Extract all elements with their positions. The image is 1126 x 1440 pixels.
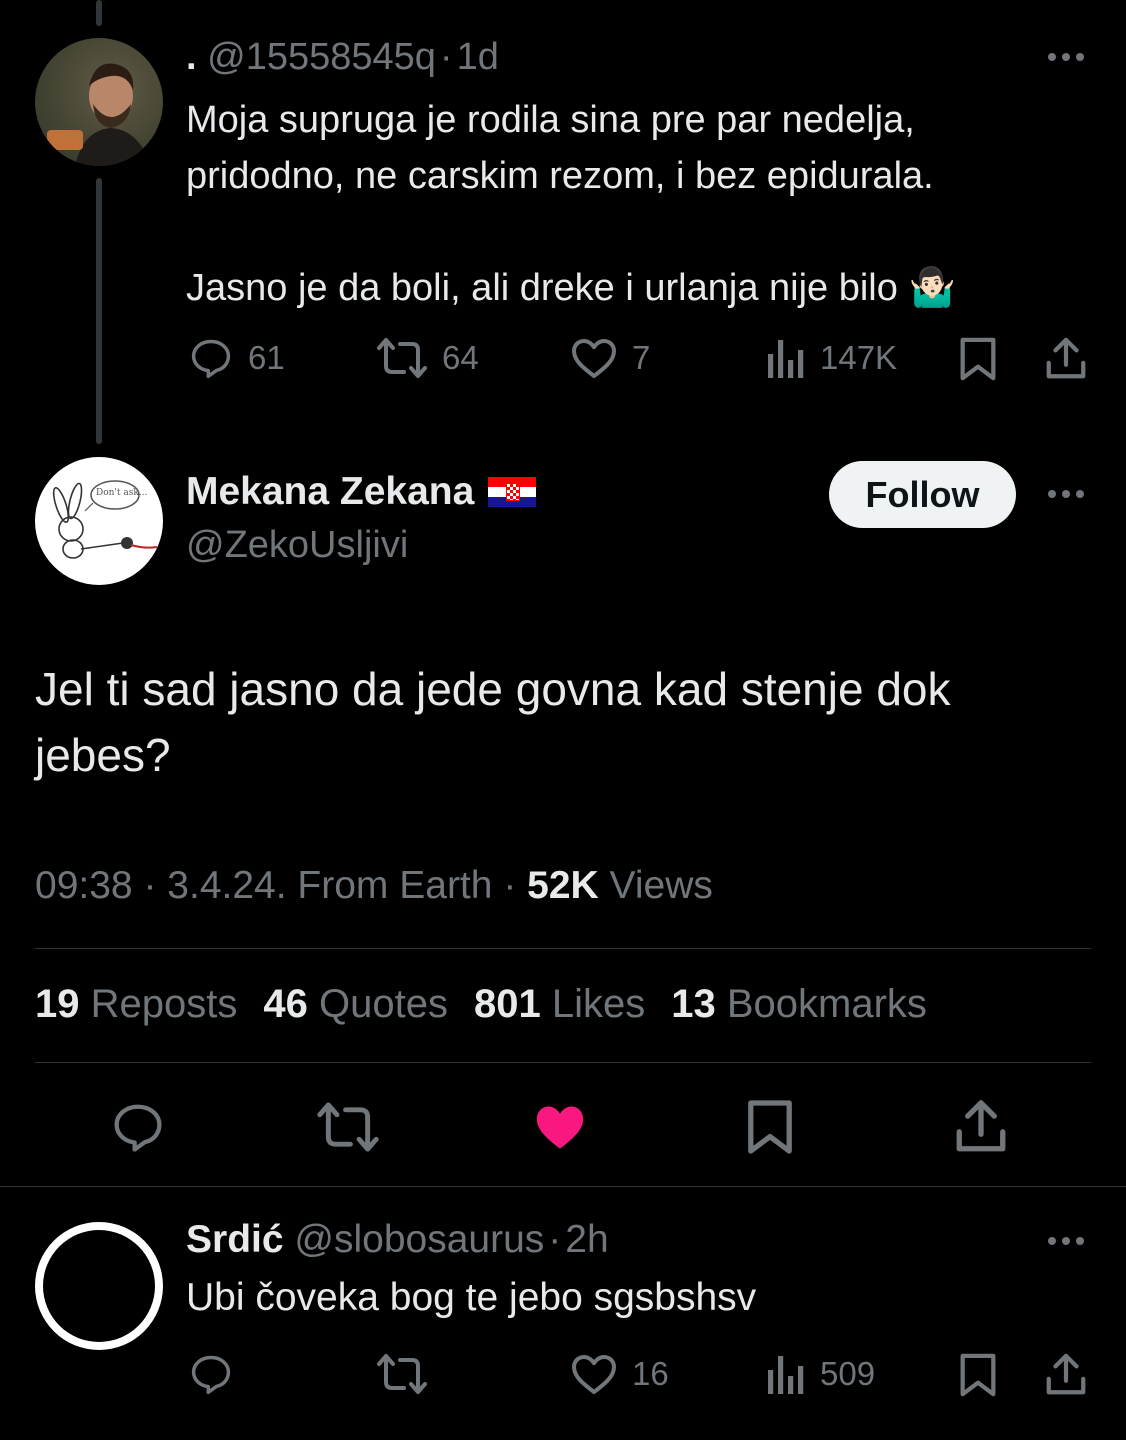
main-date[interactable]: 3.4.24. [167,864,286,907]
parent-like-count: 7 [632,339,651,376]
parent-view-count: 147K [820,339,898,376]
croatia-flag-icon [488,477,537,507]
divider [0,1186,1126,1187]
main-source: From Earth [297,864,493,907]
main-display-name[interactable]: Mekana Zekana [186,470,474,514]
parent-bookmark-button[interactable] [958,336,998,382]
parent-display-name[interactable]: . [186,36,197,78]
reply-reply-button[interactable] [188,1352,234,1396]
reply-icon [191,339,231,379]
parent-more-icon[interactable] [1044,50,1088,64]
avatar-photo-icon [35,38,163,166]
reply-repost-button[interactable] [376,1352,428,1396]
main-time[interactable]: 09:38 [35,864,133,907]
bunny-avatar-icon [52,480,158,559]
engagement-stats: 19 Reposts 46 Quotes 801 Likes 13 Bookma… [35,982,927,1027]
reply-separator: · [548,1218,562,1261]
reply-icon [114,1104,162,1152]
reply-like-button[interactable]: 16 [570,1352,669,1396]
main-like-button[interactable] [532,1102,588,1152]
main-reply-button[interactable] [110,1100,166,1154]
thread-line [96,178,102,444]
reply-view-count: 509 [820,1355,876,1392]
parent-repost-count: 64 [442,339,479,376]
thread-line-top [96,0,102,26]
bookmark-icon [960,1353,996,1397]
heart-filled-icon [536,1106,584,1149]
share-icon [1046,1353,1086,1395]
reply-like-count: 16 [632,1355,669,1392]
bookmark-icon [960,337,996,381]
main-repost-button[interactable] [316,1100,380,1154]
reply-display-name[interactable]: Srdić [186,1218,284,1261]
shrug-emoji: 🤷🏻‍♂️ [908,267,956,309]
parent-text-line: Moja supruga je rodila sina pre par nede… [186,99,915,141]
reply-bookmark-button[interactable] [958,1352,998,1398]
stat-quotes[interactable]: 46 Quotes [263,982,448,1027]
parent-like-button[interactable]: 7 [570,336,650,380]
parent-repost-button[interactable]: 64 [376,336,479,380]
divider [35,948,1091,949]
meta-separator: · [143,864,157,907]
main-views-count: 52K [527,864,599,907]
heart-icon [572,339,616,378]
follow-button[interactable]: Follow [829,461,1016,528]
stat-bookmarks[interactable]: 13 Bookmarks [671,982,927,1027]
reply-time[interactable]: 2h [565,1218,608,1261]
parent-tweet-text: Moja supruga je rodila sina pre par nede… [186,92,1086,316]
avatar-reply-inner [43,1230,155,1342]
meta-separator: · [503,864,517,907]
divider [35,1062,1091,1063]
main-views-label: Views [609,864,713,907]
main-share-button[interactable] [954,1098,1008,1156]
heart-icon [572,1355,616,1394]
stat-reposts[interactable]: 19 Reposts [35,982,237,1027]
parent-reply-button[interactable]: 61 [188,336,285,380]
main-meta: 09:38 · 3.4.24. From Earth · 52K Views [35,864,713,908]
reply-icon [191,1355,231,1395]
avatar-reply[interactable] [35,1222,163,1350]
parent-header: . @15558545q · 1d [186,36,499,79]
reply-views-button[interactable]: 509 [766,1352,875,1396]
reply-more-icon[interactable] [1044,1234,1088,1248]
main-tweet-text: Jel ti sad jasno da jede govna kad stenj… [35,663,951,781]
main-author-name-row: Mekana Zekana [186,470,537,514]
avatar-parent[interactable] [35,38,163,166]
parent-share-button[interactable] [1044,336,1088,382]
reply-handle[interactable]: @slobosaurus [294,1218,544,1261]
share-icon [1046,337,1086,379]
main-bookmark-button[interactable] [746,1098,794,1156]
parent-text-line: Jasno je da boli, ali dreke i urlanja ni… [186,267,898,309]
share-icon [956,1100,1006,1152]
reply-tweet-text: Ubi čoveka bog te jebo sgsbshsv [186,1276,757,1319]
main-more-icon[interactable] [1044,487,1088,501]
parent-separator: · [439,36,453,78]
parent-time[interactable]: 1d [457,36,499,78]
repost-icon [377,1354,427,1394]
stat-likes[interactable]: 801 Likes [474,982,645,1027]
avatar-main[interactable] [35,457,163,585]
views-icon [768,340,804,378]
reply-share-button[interactable] [1044,1352,1088,1398]
parent-text-line: pridodno, ne carskim rezom, i bez epidur… [186,155,934,197]
parent-reply-count: 61 [248,339,285,376]
main-handle[interactable]: @ZekoUsljivi [186,524,408,567]
parent-handle[interactable]: @15558545q [207,36,436,78]
avatar-bubble-text: Don't ask... [96,488,148,498]
parent-views-button[interactable]: 147K [766,336,897,380]
repost-icon [317,1102,379,1152]
reply-header: Srdić @slobosaurus · 2h [186,1218,609,1262]
bookmark-icon [748,1100,792,1154]
views-icon [768,1356,804,1394]
repost-icon [377,338,427,378]
